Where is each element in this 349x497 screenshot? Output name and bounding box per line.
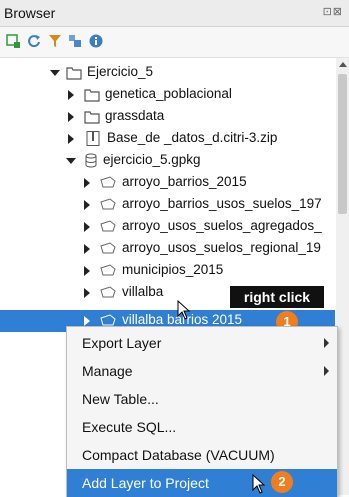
polygon-layer-icon [100, 220, 116, 232]
panel-title: Browser [4, 5, 56, 21]
collapse-arrow-icon[interactable] [68, 134, 74, 144]
tree-item-gpkg[interactable]: ejercicio_5.gpkg [0, 150, 335, 172]
tree-item-label: ejercicio_5.gpkg [103, 152, 201, 167]
window-buttons[interactable]: ⊡⊠ [323, 5, 343, 18]
tree-item-label: Base_de _datos_d.citri-3.zip [107, 130, 278, 145]
menu-item-manage[interactable]: Manage [67, 357, 337, 385]
panel-titlebar: Browser ⊡⊠ [0, 0, 349, 27]
right-click-callout: right click [230, 286, 324, 308]
menu-item-export-layer[interactable]: Export Layer [67, 329, 337, 357]
menu-item-add-layer-to-project[interactable]: Add Layer to Project [67, 469, 337, 497]
polygon-layer-icon [100, 176, 116, 188]
tree-item-layer[interactable]: municipios_2015 [0, 260, 335, 282]
tree-item-label: arroyo_barrios_2015 [122, 174, 247, 189]
collapse-arrow-icon[interactable] [84, 178, 90, 188]
collapse-arrow-icon[interactable] [84, 288, 90, 298]
tree-item-label: Ejercicio_5 [87, 64, 154, 79]
tree-item-zip[interactable]: Base_de _datos_d.citri-3.zip [0, 128, 335, 150]
tree-item-layer[interactable]: arroyo_barrios_usos_suelos_197 [0, 194, 335, 216]
collapse-arrow-icon[interactable] [84, 244, 90, 254]
tree-item-label: arroyo_usos_suelos_regional_19 [122, 240, 321, 255]
submenu-arrow-icon [324, 366, 329, 376]
tree-item-label: villalba [122, 284, 164, 299]
tree-item-layer[interactable]: arroyo_usos_suelos_regional_19 [0, 238, 335, 260]
menu-item-new-table[interactable]: New Table... [67, 385, 337, 413]
filter-icon[interactable] [48, 34, 62, 48]
zip-file-icon [86, 131, 100, 146]
tree-item-label: arroyo_usos_suelos_agregados_ [122, 218, 322, 233]
menu-item-execute-sql[interactable]: Execute SQL... [67, 413, 337, 441]
collapse-arrow-icon[interactable] [84, 316, 90, 326]
tree-item-genetica-poblacional[interactable]: genetica_poblacional [0, 84, 335, 106]
mouse-cursor-icon [177, 300, 191, 320]
menu-item-label: Compact Database (VACUUM) [82, 447, 275, 463]
folder-icon [84, 89, 100, 102]
tree-item-label: arroyo_barrios_usos_suelos_197 [122, 196, 322, 211]
menu-item-label: Execute SQL... [82, 419, 177, 435]
collapse-arrow-icon[interactable] [84, 222, 90, 232]
menu-item-compact-database[interactable]: Compact Database (VACUUM) [67, 441, 337, 469]
step-badge-2: 2 [271, 471, 293, 493]
menu-item-label: Add Layer to Project [82, 475, 209, 491]
database-icon [85, 153, 97, 168]
polygon-layer-icon [100, 286, 116, 298]
folder-icon [84, 111, 100, 124]
expand-arrow-icon[interactable] [66, 158, 76, 164]
tree-item-label: municipios_2015 [122, 262, 224, 277]
expand-arrow-icon[interactable] [50, 70, 60, 76]
tree-item-ejercicio-5[interactable]: Ejercicio_5 [0, 62, 335, 84]
info-icon[interactable] [89, 34, 103, 48]
tree-item-label: genetica_poblacional [105, 86, 232, 101]
scrollbar-thumb[interactable] [338, 74, 347, 214]
tree-item-grassdata[interactable]: grassdata [0, 106, 335, 128]
folder-icon [66, 67, 82, 80]
menu-item-label: Manage [82, 363, 133, 379]
collapse-arrow-icon[interactable] [68, 112, 74, 122]
polygon-layer-icon [100, 242, 116, 254]
collapse-arrow-icon[interactable] [84, 266, 90, 276]
tree-item-label: grassdata [105, 108, 165, 123]
submenu-arrow-icon [324, 338, 329, 348]
collapse-all-icon[interactable] [68, 34, 82, 48]
scroll-up-icon[interactable] [339, 62, 347, 67]
menu-item-label: Export Layer [82, 335, 162, 351]
browser-toolbar [0, 27, 349, 58]
tree-item-layer[interactable]: arroyo_barrios_2015 [0, 172, 335, 194]
refresh-icon[interactable] [27, 34, 41, 48]
polygon-layer-icon [100, 264, 116, 276]
polygon-layer-icon [100, 198, 116, 210]
tree-item-layer[interactable]: arroyo_usos_suelos_agregados_ [0, 216, 335, 238]
collapse-arrow-icon[interactable] [84, 200, 90, 210]
collapse-arrow-icon[interactable] [68, 90, 74, 100]
context-menu: Export Layer Manage New Table... Execute… [66, 326, 338, 497]
mouse-cursor-icon [252, 474, 266, 494]
add-layer-icon[interactable] [6, 34, 20, 48]
menu-item-label: New Table... [82, 391, 159, 407]
